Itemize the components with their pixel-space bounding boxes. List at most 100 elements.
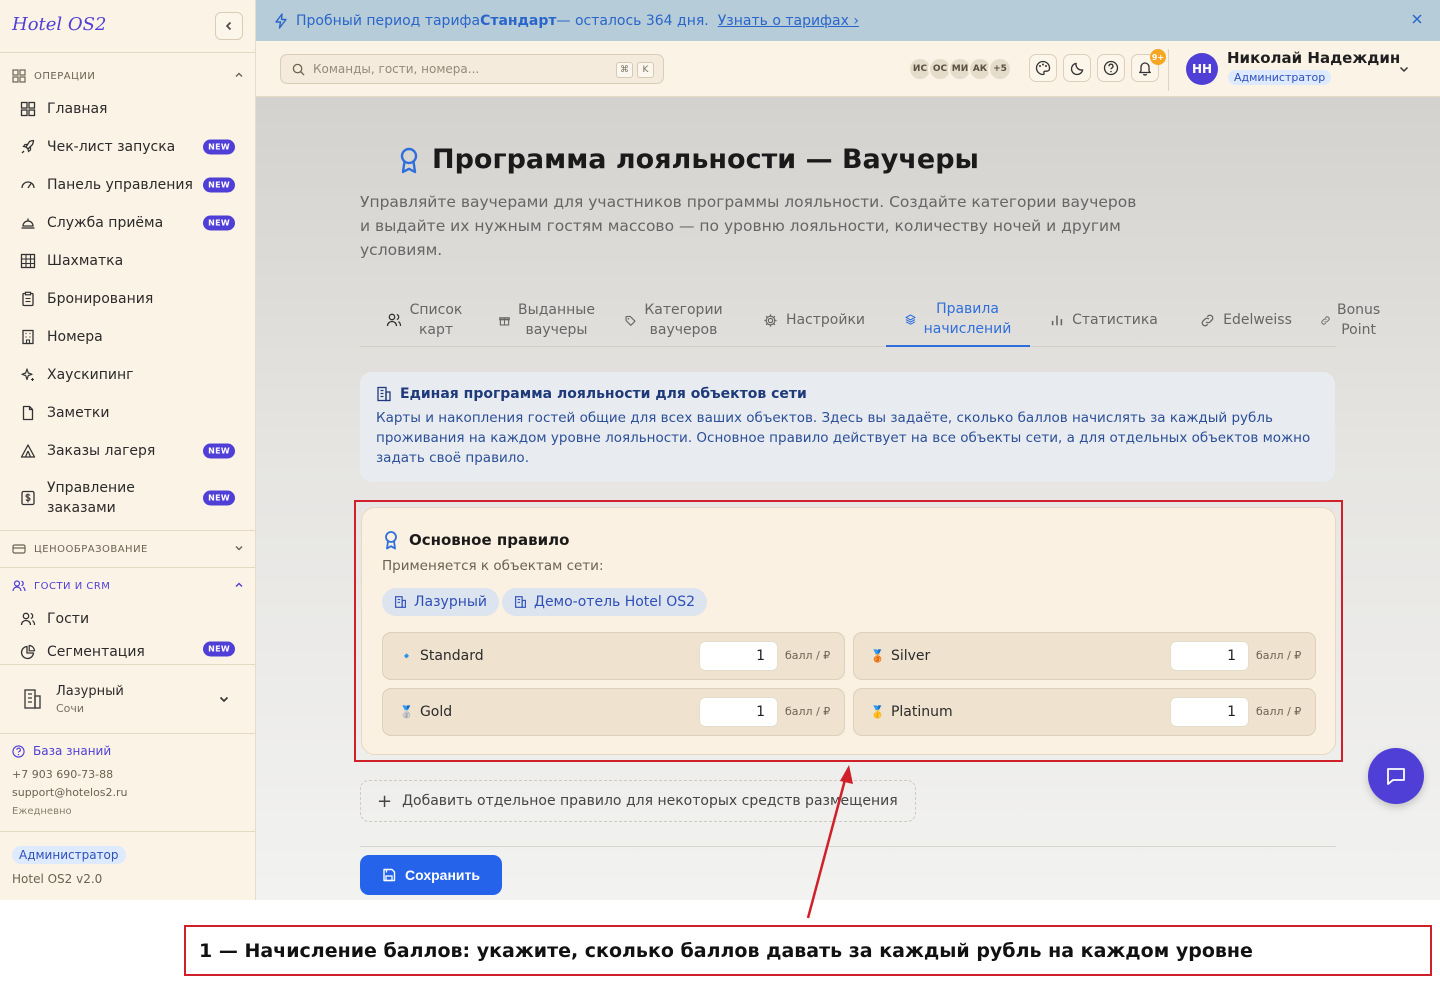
close-icon[interactable] [1410, 12, 1424, 26]
section-label: ЦЕНООБРАЗОВАНИЕ [34, 543, 148, 555]
sidebar-item[interactable]: Служба приёма NEW [12, 206, 244, 240]
annotation-callout: 1 — Начисление баллов: укажите, сколько … [184, 925, 1432, 976]
main-content: Программа лояльности — Ваучеры Управляйт… [256, 97, 1440, 900]
sidebar-item[interactable]: Чек-лист запуска NEW [12, 130, 244, 164]
sidebar-divider [0, 831, 255, 832]
header-divider [1168, 49, 1169, 91]
sidebar-item-label: Бронирования [47, 291, 154, 307]
sidebar-item[interactable]: Управление заказами NEW [12, 472, 244, 524]
save-icon [383, 868, 396, 882]
sidebar-item[interactable]: Заказы лагеря NEW [12, 434, 244, 468]
user-name[interactable]: Николай Надеждин [1227, 49, 1400, 67]
command-search[interactable]: ⌘ K [280, 54, 664, 84]
sidebar-item-label: Заметки [47, 405, 110, 421]
knowledge-base-link[interactable]: База знаний [12, 744, 111, 758]
save-button[interactable]: Сохранить [360, 855, 502, 895]
sidebar-item[interactable]: Панель управления NEW [12, 168, 244, 202]
chat-button[interactable] [1368, 748, 1424, 804]
new-badge: NEW [203, 139, 235, 155]
tab[interactable]: Список карт [360, 293, 488, 347]
tab-label: Категории ваучеров [644, 302, 723, 338]
banner-prefix: Пробный период тарифа [296, 12, 481, 29]
help-button[interactable] [1097, 54, 1125, 82]
trial-banner: Пробный период тарифа Стандарт — осталос… [256, 0, 1440, 41]
save-label: Сохранить [405, 867, 480, 883]
support-phone[interactable]: +7 903 690-73-88 [12, 768, 113, 781]
tab[interactable]: Настройки [750, 293, 878, 347]
page-description: Управляйте ваучерами для участников прог… [360, 193, 1137, 259]
page-title: Программа лояльности — Ваучеры [396, 144, 979, 175]
building-icon [377, 386, 391, 402]
support-email[interactable]: support@hotelos2.ru [12, 786, 128, 799]
dark-mode-button[interactable] [1063, 54, 1091, 82]
tab[interactable]: Статистика [1040, 293, 1168, 347]
sidebar-item[interactable]: Заметки [12, 396, 244, 430]
notifications-button[interactable]: 9+ [1131, 49, 1166, 82]
new-badge: NEW [203, 641, 235, 657]
tab-label: Статистика [1072, 312, 1158, 328]
user-avatar[interactable]: НН [1186, 53, 1218, 85]
sidebar-item[interactable]: Главная [12, 92, 244, 126]
user-role-badge: Администратор [1228, 70, 1332, 85]
moon-icon [1070, 62, 1083, 75]
avatar-more[interactable]: +5 [988, 57, 1012, 81]
section-guests-crm[interactable]: ГОСТИ И CRM [12, 576, 244, 596]
sidebar-item[interactable]: Хаускипинг [12, 358, 244, 392]
new-badge: NEW [203, 177, 235, 193]
sidebar-item[interactable]: Бронирования [12, 282, 244, 316]
section-pricing[interactable]: ЦЕНООБРАЗОВАНИЕ [12, 539, 244, 559]
sidebar-item-label: Заказы лагеря [47, 443, 156, 459]
sidebar-item-label: Шахматка [47, 253, 124, 269]
add-rule-button[interactable]: + Добавить отдельное правило для некотор… [360, 780, 916, 822]
chevron-down-icon[interactable] [1398, 63, 1410, 75]
link-icon [1320, 315, 1331, 326]
app-logo[interactable]: Hotel OS2 [12, 14, 106, 35]
tab[interactable]: Правила начислений [886, 293, 1030, 347]
section-label: ОПЕРАЦИИ [34, 70, 96, 82]
help-circle-icon [1103, 60, 1119, 76]
tab[interactable]: Bonus Point [1310, 293, 1380, 347]
kbd-cmd: ⌘ [616, 62, 633, 78]
link-icon [1200, 313, 1215, 328]
hotel-switcher[interactable]: Лазурный Сочи [12, 676, 244, 722]
search-input[interactable] [313, 62, 603, 76]
sidebar-item[interactable]: Шахматка [12, 244, 244, 278]
tag-icon [625, 315, 636, 326]
chevron-up-icon [235, 582, 243, 587]
tab-label: Выданные ваучеры [518, 302, 595, 338]
sidebar-divider [0, 567, 255, 568]
pricing-link[interactable]: Узнать о тарифах › [718, 13, 859, 29]
info-text: Карты и накопления гостей общие для всех… [376, 410, 1311, 466]
chevron-left-icon [225, 21, 232, 31]
award-icon [400, 147, 418, 173]
sparkles-icon [20, 367, 36, 383]
collapse-sidebar-button[interactable] [215, 12, 243, 40]
tab[interactable]: Выданные ваучеры [476, 293, 618, 347]
tab[interactable]: Категории ваучеров [610, 293, 738, 347]
hotel-name: Лазурный [56, 683, 124, 699]
sidebar-divider [0, 52, 255, 53]
tab[interactable]: Edelweiss [1182, 293, 1310, 347]
section-operations[interactable]: ОПЕРАЦИИ [12, 66, 244, 86]
users-icon [12, 580, 26, 592]
info-panel: Единая программа лояльности для объектов… [360, 372, 1335, 482]
tab-label: Список карт [409, 302, 463, 338]
chevron-down-icon [219, 696, 229, 703]
section-label: ГОСТИ И CRM [34, 580, 111, 592]
new-badge: NEW [203, 443, 235, 459]
help-circle-icon [12, 744, 25, 758]
sidebar-item-label: Чек-лист запуска [47, 139, 176, 155]
sidebar-item-label: Номера [47, 329, 103, 345]
theme-palette-button[interactable] [1029, 54, 1057, 82]
lightning-icon [275, 12, 287, 29]
sidebar-item[interactable]: Гости [12, 602, 244, 636]
banner-plan: Стандарт [480, 12, 557, 29]
sidebar-item[interactable]: Номера [12, 320, 244, 354]
grid-icon [12, 69, 26, 83]
clipboard-icon [20, 291, 36, 307]
plus-icon: + [377, 790, 393, 812]
sidebar-item[interactable]: Сегментация NEW [12, 640, 244, 664]
bell-icon [1139, 62, 1151, 76]
info-title: Единая программа лояльности для объектов… [400, 386, 807, 402]
search-icon [292, 63, 305, 76]
